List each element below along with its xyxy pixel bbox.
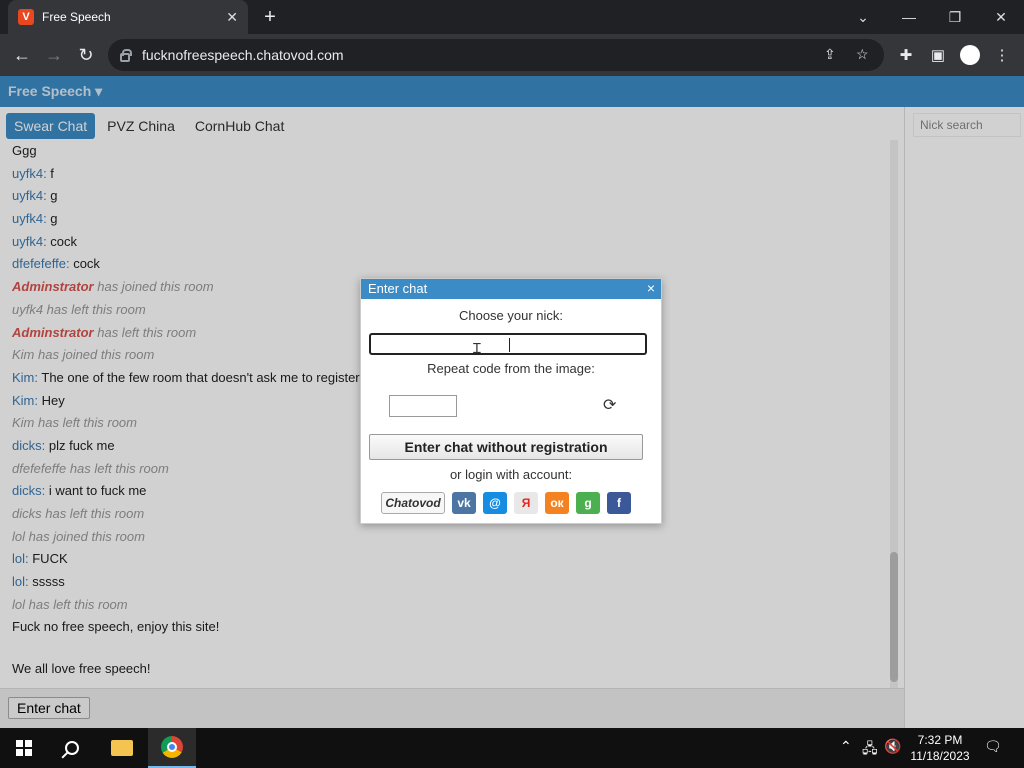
social-login-row: Chatovod vk @ Яок g f xyxy=(381,492,631,514)
windows-logo-icon xyxy=(16,740,32,756)
browser-toolbar: ← → ↻ fucknofreespeech.chatovod.com ⇪ ☆ … xyxy=(0,34,1024,76)
chat-page: Free Speech ▾ Swear Chat PVZ China CornH… xyxy=(0,76,1024,728)
tab-search-icon[interactable]: ⌄ xyxy=(840,0,886,34)
folder-icon xyxy=(111,740,133,756)
network-icon[interactable]: 🖧 xyxy=(862,738,878,762)
taskbar-clock[interactable]: 7:32 PM 11/18/2023 xyxy=(906,732,974,764)
yandex-login-icon[interactable]: Я xyxy=(514,492,538,514)
tab-close-icon[interactable]: ✕ xyxy=(226,9,238,26)
dialog-header: Enter chat × xyxy=(361,279,661,299)
search-button[interactable] xyxy=(48,728,96,768)
captcha-label: Repeat code from the image: xyxy=(427,361,595,376)
text-cursor-icon: Ɪ xyxy=(473,340,481,356)
extensions-icon[interactable]: ✚ xyxy=(894,43,918,67)
profile-avatar[interactable] xyxy=(958,43,982,67)
chrome-icon xyxy=(161,736,183,758)
restore-button[interactable]: ❐ xyxy=(932,0,978,34)
address-bar[interactable]: fucknofreespeech.chatovod.com ⇪ ☆ xyxy=(108,39,884,71)
show-hidden-icons-icon[interactable]: ⌃ xyxy=(840,738,852,755)
mailru-login-icon[interactable]: @ xyxy=(483,492,507,514)
notifications-icon[interactable]: 🗨 xyxy=(984,738,1002,755)
tab-title: Free Speech xyxy=(42,10,111,24)
nick-input[interactable]: Ɪ xyxy=(369,333,647,356)
clock-date: 11/18/2023 xyxy=(910,749,970,763)
back-icon[interactable]: ← xyxy=(10,43,34,67)
nick-label: Choose your nick: xyxy=(458,308,564,323)
login-label: or login with account: xyxy=(449,467,573,482)
dialog-close-icon[interactable]: × xyxy=(647,280,655,296)
close-window-button[interactable]: ✕ xyxy=(978,0,1024,34)
odnoklassniki-login-icon[interactable]: ок xyxy=(545,492,569,514)
input-caret xyxy=(509,338,510,352)
new-tab-button[interactable]: + xyxy=(258,5,282,29)
facebook-login-icon[interactable]: f xyxy=(607,492,631,514)
share-icon[interactable]: ⇪ xyxy=(824,46,836,63)
url-text: fucknofreespeech.chatovod.com xyxy=(142,47,344,63)
refresh-captcha-icon[interactable]: ⟳ xyxy=(603,395,616,415)
enter-chat-dialog: Enter chat × Choose your nick: Ɪ Repeat … xyxy=(360,278,662,524)
menu-kebab-icon[interactable]: ⋮ xyxy=(990,43,1014,67)
volume-muted-icon[interactable]: 🔇 xyxy=(884,738,901,755)
side-panel-icon[interactable]: ▣ xyxy=(926,43,950,67)
start-button[interactable] xyxy=(0,728,48,768)
chatovod-login-button[interactable]: Chatovod xyxy=(381,492,445,514)
lock-icon xyxy=(120,48,132,62)
dialog-title: Enter chat xyxy=(368,281,428,296)
reload-icon[interactable]: ↻ xyxy=(74,43,98,67)
browser-tab[interactable]: V Free Speech ✕ xyxy=(8,0,248,34)
clock-time: 7:32 PM xyxy=(917,733,963,747)
site-favicon-icon: V xyxy=(18,9,34,25)
browser-tab-bar: V Free Speech ✕ + ⌄ — ❐ ✕ xyxy=(0,0,1024,34)
enter-without-registration-button[interactable]: Enter chat without registration xyxy=(369,434,643,460)
forward-icon[interactable]: → xyxy=(42,43,66,67)
bookmark-star-icon[interactable]: ☆ xyxy=(856,46,869,63)
vk-login-icon[interactable]: vk xyxy=(452,492,476,514)
file-explorer-button[interactable] xyxy=(98,728,146,768)
chrome-taskbar-button[interactable] xyxy=(148,728,196,768)
captcha-input[interactable] xyxy=(389,395,457,417)
minimize-button[interactable]: — xyxy=(886,0,932,34)
search-icon xyxy=(65,741,79,755)
windows-taskbar: ⌃ 🖧 🔇 7:32 PM 11/18/2023 🗨 xyxy=(0,728,1024,768)
google-login-icon[interactable]: g xyxy=(576,492,600,514)
